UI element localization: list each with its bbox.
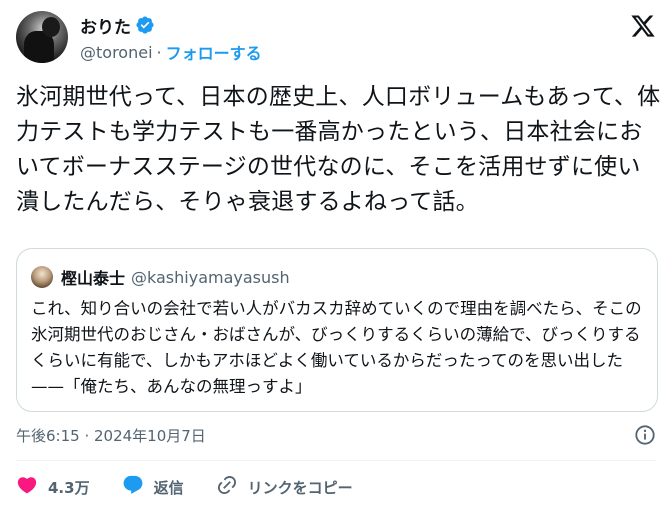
quoted-author-handle: @kashiyamayasush	[131, 267, 290, 287]
author-avatar[interactable]	[16, 11, 68, 63]
reply-label: 返信	[153, 478, 184, 497]
copy-link-label: リンクをコピー	[247, 478, 353, 497]
tweet-card: おりた @toronei · フォローする 氷河期世代って、日本の歴史上、人口ボ…	[0, 0, 672, 510]
reply-bubble-icon	[122, 474, 144, 500]
quoted-tweet-text: これ、知り合いの会社で若い人がバカスカ辞めていくので理由を調べたら、そこの氷河期…	[31, 299, 642, 396]
quoted-author-name: 樫山泰士	[61, 269, 126, 288]
reply-button[interactable]: 返信	[122, 474, 184, 500]
quoted-author-avatar[interactable]	[31, 266, 53, 288]
heart-icon	[16, 474, 38, 500]
info-icon[interactable]	[634, 424, 656, 446]
verified-badge-icon	[135, 15, 155, 35]
action-bar: 4.3万 返信 リンクをコピー	[16, 474, 385, 500]
like-count: 4.3万	[48, 478, 90, 497]
copy-link-button[interactable]: リンクをコピー	[216, 474, 353, 500]
quoted-tweet[interactable]: 樫山泰士 @kashiyamayasush これ、知り合いの会社で若い人がバカス…	[16, 248, 658, 412]
tweet-timestamp[interactable]: 午後6:15 · 2024年10月7日	[16, 425, 206, 446]
author-handle-row: @toronei · フォローする	[80, 40, 262, 64]
tweet-text: 氷河期世代って、日本の歴史上、人口ボリュームもあって、体力テストも学力テストも一…	[16, 84, 661, 215]
x-logo-icon[interactable]	[630, 13, 656, 39]
follow-button[interactable]: フォローする	[166, 40, 262, 64]
separator-dot: ·	[156, 42, 162, 62]
link-icon	[216, 474, 238, 500]
quoted-author-row: 樫山泰士 @kashiyamayasush	[61, 266, 290, 289]
like-button[interactable]: 4.3万	[16, 474, 90, 500]
author-name-row: おりた	[80, 13, 155, 38]
author-handle[interactable]: @toronei	[80, 43, 153, 62]
divider	[16, 460, 656, 461]
author-display-name[interactable]: おりた	[80, 13, 131, 38]
